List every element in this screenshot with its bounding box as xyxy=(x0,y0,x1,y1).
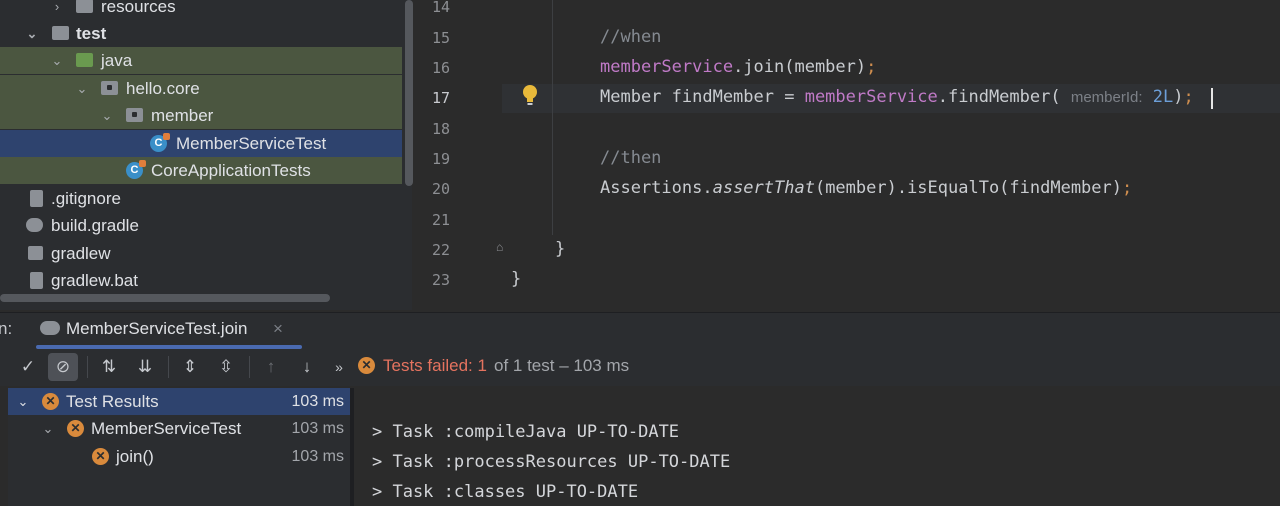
text-caret xyxy=(1211,88,1213,109)
lightbulb-icon[interactable] xyxy=(522,84,538,106)
result-row-join[interactable]: ✕ join() 103 ms xyxy=(8,443,350,470)
line-number: 21 xyxy=(431,211,450,229)
close-tab-icon[interactable]: × xyxy=(273,319,283,339)
bat-file-icon xyxy=(30,272,43,289)
run-label: n: xyxy=(0,319,13,338)
code-line-17: Member findMember = memberService.findMe… xyxy=(600,87,1194,107)
test-class-icon: C xyxy=(150,133,170,152)
gradle-icon xyxy=(40,321,60,335)
tests-summary: of 1 test – 103 ms xyxy=(494,356,630,375)
line-number: 14 xyxy=(431,0,450,16)
tree-item-coreapplicationtests[interactable]: C CoreApplicationTests xyxy=(0,157,402,184)
more-actions-icon[interactable]: » xyxy=(326,353,352,381)
chevron-down-icon[interactable]: ⌄ xyxy=(25,20,39,47)
test-source-folder-icon xyxy=(76,53,93,67)
sort-alphabetically-icon[interactable]: ⇅ xyxy=(94,353,124,381)
next-failed-icon[interactable]: ↓ xyxy=(292,353,322,381)
line-number: 15 xyxy=(431,29,450,47)
toolbar-separator xyxy=(87,356,88,378)
chevron-down-icon[interactable]: ⌄ xyxy=(16,388,30,415)
tests-failed-count: Tests failed: 1 xyxy=(383,356,487,375)
chevron-down-icon[interactable]: ⌄ xyxy=(41,415,55,442)
tree-item-gradlew-bat[interactable]: gradlew.bat xyxy=(0,267,402,294)
code-line-23: } xyxy=(511,269,522,289)
run-tab-label[interactable]: MemberServiceTest.join xyxy=(66,319,247,339)
result-row-memberservicetest[interactable]: ⌄ ✕ MemberServiceTest 103 ms xyxy=(8,415,350,442)
previous-failed-icon[interactable]: ↑ xyxy=(256,353,286,381)
fold-icon[interactable]: ⌂ xyxy=(496,240,508,258)
toolbar-separator xyxy=(249,356,250,378)
line-number: 18 xyxy=(431,120,450,138)
tree-horizontal-scrollbar[interactable] xyxy=(0,294,330,302)
collapse-all-icon[interactable]: ⇳ xyxy=(211,353,241,381)
show-ignored-icon[interactable]: ⊘ xyxy=(48,353,78,381)
failed-status-icon: ✕ xyxy=(358,357,375,374)
test-class-icon: C xyxy=(126,160,146,179)
line-number: 16 xyxy=(431,59,450,77)
result-row-test-results[interactable]: ⌄ ✕ Test Results 103 ms xyxy=(8,388,350,415)
executable-file-icon xyxy=(28,246,43,260)
console-line: > Task :processResources UP-TO-DATE xyxy=(372,452,731,472)
active-tab-indicator xyxy=(36,345,302,349)
project-tree: › resources ⌄ test ⌄ java ⌄ hello.core ⌄… xyxy=(0,0,412,310)
failed-icon: ✕ xyxy=(67,420,84,437)
toolbar-separator xyxy=(168,356,169,378)
line-number: 20 xyxy=(431,180,450,198)
chevron-down-icon[interactable]: ⌄ xyxy=(50,47,64,74)
sort-by-duration-icon[interactable]: ⇊ xyxy=(130,353,160,381)
failed-icon: ✕ xyxy=(92,448,109,465)
console-line: > Task :classes UP-TO-DATE xyxy=(372,482,639,502)
parameter-hint: memberId: xyxy=(1070,89,1143,106)
chevron-right-icon[interactable]: › xyxy=(50,0,64,20)
line-number: 23 xyxy=(431,271,450,289)
tree-item-test[interactable]: ⌄ test xyxy=(0,20,402,47)
resources-folder-icon xyxy=(76,0,93,13)
tree-item-memberservicetest[interactable]: C MemberServiceTest xyxy=(0,130,402,157)
package-icon xyxy=(101,81,118,95)
expand-all-icon[interactable]: ⇕ xyxy=(175,353,205,381)
tree-item-resources[interactable]: › resources xyxy=(0,0,402,20)
code-line-19: //then xyxy=(600,148,662,168)
tree-item-member[interactable]: ⌄ member xyxy=(0,102,402,129)
gradle-icon xyxy=(26,218,43,232)
folder-icon xyxy=(52,26,69,40)
failed-icon: ✕ xyxy=(42,393,59,410)
console-line: > Task :compileJava UP-TO-DATE xyxy=(372,422,680,442)
code-line-20: Assertions.assertThat(member).isEqualTo(… xyxy=(600,178,1133,198)
gitignore-file-icon xyxy=(30,190,43,207)
tree-item-build-gradle[interactable]: build.gradle xyxy=(0,212,402,239)
tree-item-hello-core[interactable]: ⌄ hello.core xyxy=(0,75,402,102)
show-passed-icon[interactable]: ✓ xyxy=(13,353,43,381)
line-number: 22 xyxy=(431,241,450,259)
line-number: 17 xyxy=(431,89,450,107)
indent-guide xyxy=(552,0,553,235)
line-number: 19 xyxy=(431,150,450,168)
code-line-22: } xyxy=(555,239,566,259)
tree-item-java[interactable]: ⌄ java xyxy=(0,47,402,74)
package-icon xyxy=(126,108,143,122)
tree-item-gradlew[interactable]: gradlew xyxy=(0,240,402,267)
code-line-16: memberService.join(member); xyxy=(600,57,877,77)
tree-item-gitignore[interactable]: .gitignore xyxy=(0,185,402,212)
code-line-15: //when xyxy=(600,27,662,47)
chevron-down-icon[interactable]: ⌄ xyxy=(75,75,89,102)
chevron-down-icon[interactable]: ⌄ xyxy=(100,102,114,129)
tree-vertical-scrollbar[interactable] xyxy=(405,0,413,186)
